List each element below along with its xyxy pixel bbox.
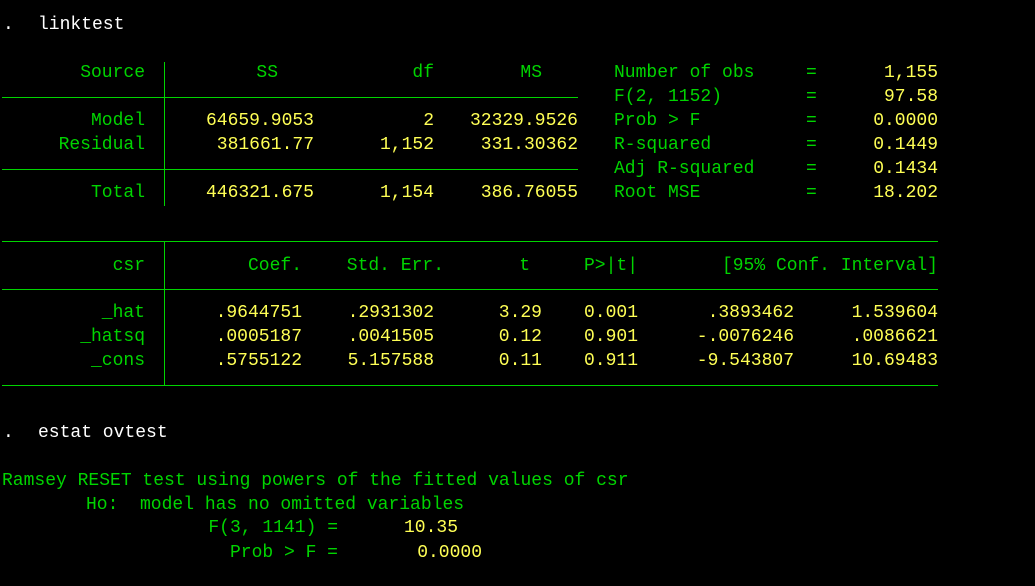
stat-label: Adj R-squared	[614, 159, 755, 179]
stat-label: R-squared	[614, 135, 712, 155]
anova-total-ss: 446321.675	[205, 183, 314, 203]
anova-total-rule	[2, 169, 578, 170]
coef-row-name: _hatsq	[80, 327, 145, 347]
anova-header-rule	[2, 97, 578, 98]
coef-row-ci-high: 1.539604	[851, 303, 938, 323]
stat-equals: =	[806, 183, 817, 203]
ovtest-f-label: F(3, 1141) =	[208, 518, 338, 538]
coef-row-ci-low: -.0076246	[696, 327, 794, 347]
coef-header-p: P>|t|	[583, 256, 638, 276]
anova-total-df: 1,154	[379, 183, 434, 203]
stat-value: 1,155	[883, 63, 938, 83]
stat-equals: =	[806, 159, 817, 179]
anova-row-df: 1,152	[379, 135, 434, 155]
coef-row-se: .0041505	[347, 327, 434, 347]
command-prompt: .	[3, 15, 14, 35]
anova-header-source: Source	[80, 63, 145, 83]
ovtest-p-label: Prob > F =	[229, 543, 338, 563]
stat-value: 97.58	[883, 87, 938, 107]
stat-equals: =	[806, 63, 817, 83]
coef-row-ci-low: -9.543807	[696, 351, 794, 371]
command-prompt: .	[3, 423, 14, 443]
coef-depvar: csr	[112, 256, 145, 276]
coef-row-p: 0.901	[583, 327, 638, 347]
stat-equals: =	[806, 111, 817, 131]
anova-row-ss: 381661.77	[216, 135, 314, 155]
coef-vertical-rule	[164, 241, 165, 385]
command-text: linktest	[38, 15, 125, 35]
stat-label: Number of obs	[614, 63, 755, 83]
anova-header-df: df	[412, 63, 434, 83]
anova-header-ss: SS	[256, 63, 278, 83]
stat-value: 0.0000	[873, 111, 938, 131]
coef-row-p: 0.001	[583, 303, 638, 323]
coef-row-se: .2931302	[347, 303, 434, 323]
stat-value: 0.1434	[873, 159, 938, 179]
coef-header-coef: Coef.	[247, 256, 302, 276]
coef-row-ci-high: .0086621	[851, 327, 938, 347]
coef-bottom-rule	[2, 385, 938, 386]
coef-header-ci: [95% Conf. Interval]	[721, 256, 938, 276]
coef-row-se: 5.157588	[347, 351, 434, 371]
coef-top-rule	[2, 241, 938, 242]
stat-label: F(2, 1152)	[614, 87, 723, 107]
anova-total-label: Total	[90, 183, 145, 203]
coef-row-ci-low: .3893462	[707, 303, 794, 323]
coef-row-t: 0.12	[498, 327, 542, 347]
stat-equals: =	[806, 87, 817, 107]
stat-equals: =	[806, 135, 817, 155]
anova-row-ms: 32329.9526	[469, 111, 578, 131]
coef-header-rule	[2, 289, 938, 290]
coef-row-t: 3.29	[498, 303, 542, 323]
command-text: estat ovtest	[38, 423, 168, 443]
ovtest-title: Ramsey RESET test using powers of the fi…	[2, 471, 629, 491]
anova-row-ms: 331.30362	[480, 135, 578, 155]
ovtest-f-value: 10.35	[403, 518, 458, 538]
anova-row-label: Residual	[58, 135, 145, 155]
anova-row-ss: 64659.9053	[205, 111, 314, 131]
coef-row-name: _cons	[90, 351, 145, 371]
anova-row-label: Model	[90, 111, 145, 131]
ovtest-p-value: 0.0000	[417, 543, 482, 563]
coef-header-t: t	[519, 256, 530, 276]
stat-label: Root MSE	[614, 183, 701, 203]
anova-total-ms: 386.76055	[480, 183, 578, 203]
stat-label: Prob > F	[614, 111, 701, 131]
coef-row-coef: .5755122	[215, 351, 302, 371]
coef-row-name: _hat	[101, 303, 145, 323]
stat-value: 0.1449	[873, 135, 938, 155]
coef-row-t: 0.11	[498, 351, 542, 371]
coef-row-ci-high: 10.69483	[851, 351, 938, 371]
coef-header-se: Std. Err.	[346, 256, 444, 276]
anova-row-df: 2	[423, 111, 434, 131]
coef-row-coef: .9644751	[215, 303, 302, 323]
ovtest-hypothesis: Ho: model has no omitted variables	[86, 495, 465, 515]
stat-value: 18.202	[873, 183, 938, 203]
anova-header-ms: MS	[520, 63, 542, 83]
coef-row-p: 0.911	[583, 351, 638, 371]
coef-row-coef: .0005187	[215, 327, 302, 347]
